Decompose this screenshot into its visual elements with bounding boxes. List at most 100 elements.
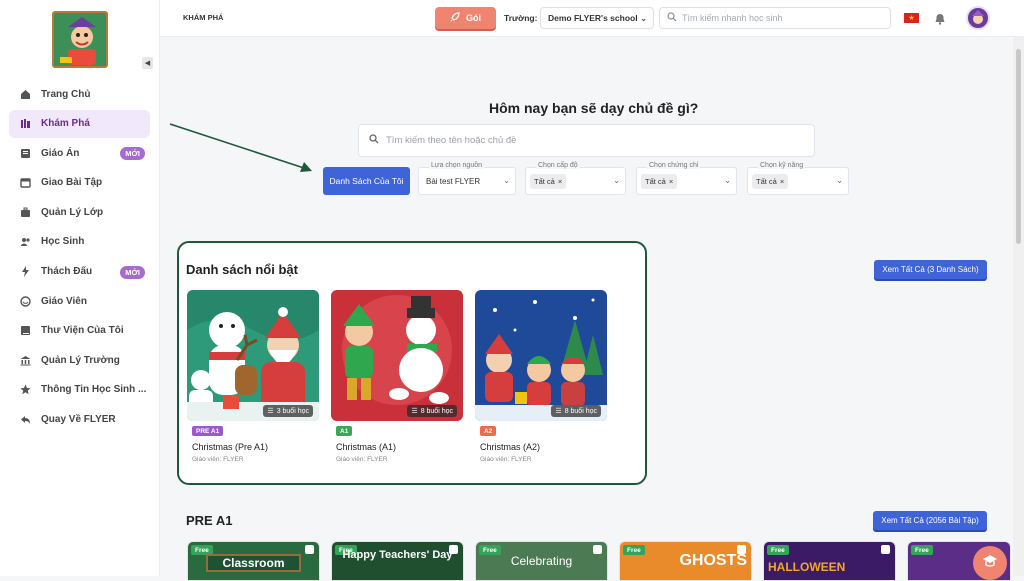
card-title: Christmas (Pre A1): [192, 442, 269, 452]
featured-card[interactable]: ☰ 8 buổi học A1 Christmas (A1) Giáo viên:…: [331, 290, 463, 465]
close-icon[interactable]: ×: [669, 177, 673, 186]
session-count: 8 buổi học: [420, 407, 453, 415]
sidebar-item-student-info[interactable]: Thông Tin Học Sinh ...: [9, 376, 150, 404]
teacher-icon: [19, 295, 31, 307]
filter-chip[interactable]: Tất cả ×: [752, 174, 789, 189]
select-checkbox[interactable]: [305, 545, 314, 554]
sidebar-item-explore[interactable]: Khám Phá: [9, 109, 150, 138]
exercise-title: Celebrating: [510, 554, 573, 568]
briefcase-icon: [19, 206, 31, 218]
chip-label: Tất cả: [645, 177, 666, 186]
featured-card[interactable]: ☰ 3 buổi học PRE A1 Christmas (Pre A1) Gi…: [187, 290, 319, 465]
level-badge: PRE A1: [192, 426, 224, 436]
sidebar-item-teachers[interactable]: Giáo Viên: [9, 287, 150, 315]
see-all-pre-a1-button[interactable]: Xem Tất Cả (2056 Bài Tập): [873, 511, 987, 530]
school-select[interactable]: Demo FLYER's school ⌄: [540, 7, 654, 29]
session-count-badge: ☰ 3 buổi học: [263, 405, 313, 417]
scrollbar-thumb[interactable]: [1016, 49, 1021, 244]
exercise-title: GHOSTS: [679, 552, 747, 569]
level-filter[interactable]: Chọn cấp độ Tất cả × ⌄: [525, 162, 626, 195]
exercise-card[interactable]: Free Classroom: [187, 541, 320, 581]
level-badge: A1: [336, 426, 353, 436]
exercise-title: Classroom: [206, 554, 301, 572]
filter-label: Chọn kỹ năng: [758, 162, 806, 169]
source-filter[interactable]: Lựa chọn nguồn Bài test FLYER ⌄: [418, 162, 516, 195]
sidebar-item-label: Quay Về FLYER: [41, 414, 116, 426]
school-label: Trường:: [504, 13, 538, 23]
topic-search-input[interactable]: Tìm kiếm theo tên hoặc chủ đề: [358, 124, 815, 157]
chevron-down-icon: ⌄: [836, 176, 843, 185]
select-checkbox[interactable]: [593, 545, 602, 554]
sidebar-item-assign[interactable]: Giao Bài Tập: [9, 169, 150, 197]
sidebar-item-classes[interactable]: Quản Lý Lớp: [9, 198, 150, 226]
exercise-card[interactable]: Free Celebrating: [475, 541, 608, 581]
vietnam-flag-icon[interactable]: ★: [904, 13, 919, 23]
chevron-down-icon: ⌄: [724, 176, 731, 185]
chevron-down-icon: ⌄: [640, 14, 647, 23]
flyer-logo[interactable]: [52, 11, 108, 68]
filter-label: Chọn chứng chỉ: [647, 162, 701, 169]
sidebar-item-school[interactable]: Quản Lý Trường: [9, 346, 150, 374]
session-count-badge: ☰ 8 buổi học: [551, 405, 601, 417]
card-thumbnail[interactable]: ☰ 3 buổi học: [187, 290, 319, 421]
package-label: Gói: [466, 13, 481, 23]
filter-chip[interactable]: Tất cả ×: [530, 174, 567, 189]
school-value: Demo FLYER's school: [548, 13, 638, 23]
sidebar-item-back-flyer[interactable]: Quay Về FLYER: [9, 406, 150, 434]
sidebar-item-label: Giáo Viên: [41, 295, 87, 307]
students-icon: [19, 236, 31, 248]
explore-icon: [19, 118, 31, 130]
collapse-sidebar-button[interactable]: ◀: [142, 57, 153, 69]
session-count: 3 buổi học: [276, 407, 309, 415]
bell-icon[interactable]: [935, 12, 945, 30]
graduation-cap-button[interactable]: [973, 546, 1007, 580]
search-icon: [667, 12, 677, 24]
student-search-placeholder: Tìm kiếm nhanh học sinh: [682, 13, 783, 23]
card-title: Christmas (A1): [336, 442, 397, 452]
sidebar-item-challenge[interactable]: Thách Đấu MỚI: [9, 258, 150, 286]
certificate-filter[interactable]: Chọn chứng chỉ Tất cả × ⌄: [636, 162, 737, 195]
student-search-input[interactable]: Tìm kiếm nhanh học sinh: [659, 7, 891, 29]
card-thumbnail[interactable]: ☰ 8 buổi học: [475, 290, 607, 421]
card-thumbnail[interactable]: ☰ 8 buổi học: [331, 290, 463, 421]
sidebar-item-home[interactable]: Trang Chủ: [9, 80, 150, 108]
chevron-down-icon: ⌄: [503, 176, 510, 185]
session-count: 8 buổi học: [564, 407, 597, 415]
breadcrumb: KHÁM PHÁ: [183, 13, 224, 22]
exercise-card[interactable]: Free GHOSTS: [619, 541, 752, 581]
package-button[interactable]: Gói: [435, 7, 496, 29]
new-badge: MỚI: [120, 265, 145, 279]
see-all-featured-button[interactable]: Xem Tất Cả (3 Danh Sách): [874, 260, 987, 279]
exercise-card[interactable]: Free Happy Teachers' Day: [331, 541, 464, 581]
new-badge: MỚI: [120, 147, 145, 161]
sidebar-item-label: Quản Lý Lớp: [41, 206, 104, 218]
close-icon[interactable]: ×: [780, 177, 784, 186]
search-icon: [369, 134, 379, 147]
filter-chip[interactable]: Tất cả ×: [641, 174, 678, 189]
exercise-card[interactable]: Free HALLOWEEN: [763, 541, 896, 581]
sidebar-item-lesson-plans[interactable]: Giáo Án MỚI: [9, 139, 150, 167]
topbar: KHÁM PHÁ Gói Trường: Demo FLYER's school…: [160, 0, 1024, 37]
chip-label: Tất cả: [534, 177, 555, 186]
rocket-icon: [450, 12, 460, 24]
lightning-icon: [19, 266, 31, 278]
back-icon: [19, 414, 31, 426]
sidebar-item-label: Học Sinh: [41, 236, 85, 248]
sidebar-item-label: Thông Tin Học Sinh ...: [41, 384, 147, 396]
my-list-button[interactable]: Danh Sách Của Tôi: [323, 167, 410, 195]
sidebar-item-students[interactable]: Học Sinh: [9, 228, 150, 256]
card-teacher: Giáo viên: FLYER: [336, 456, 388, 463]
skill-filter[interactable]: Chọn kỹ năng Tất cả × ⌄: [747, 162, 849, 195]
sidebar-item-label: Trang Chủ: [41, 88, 91, 100]
sidebar-nav: Trang Chủ Khám Phá Giáo Án MỚI Giao Bài …: [9, 80, 150, 435]
sidebar-item-library[interactable]: Thư Viện Của Tôi: [9, 317, 150, 345]
pre-a1-title: PRE A1: [186, 513, 233, 528]
page-scrollbar[interactable]: [1013, 37, 1024, 576]
user-avatar[interactable]: [966, 6, 990, 30]
select-checkbox[interactable]: [881, 545, 890, 554]
session-count-badge: ☰ 8 buổi học: [407, 405, 457, 417]
close-icon[interactable]: ×: [558, 177, 562, 186]
featured-card[interactable]: ☰ 8 buổi học A2 Christmas (A2) Giáo viên:…: [475, 290, 607, 465]
sidebar-item-label: Giao Bài Tập: [41, 177, 103, 189]
sidebar-item-label: Thư Viện Của Tôi: [41, 325, 124, 337]
